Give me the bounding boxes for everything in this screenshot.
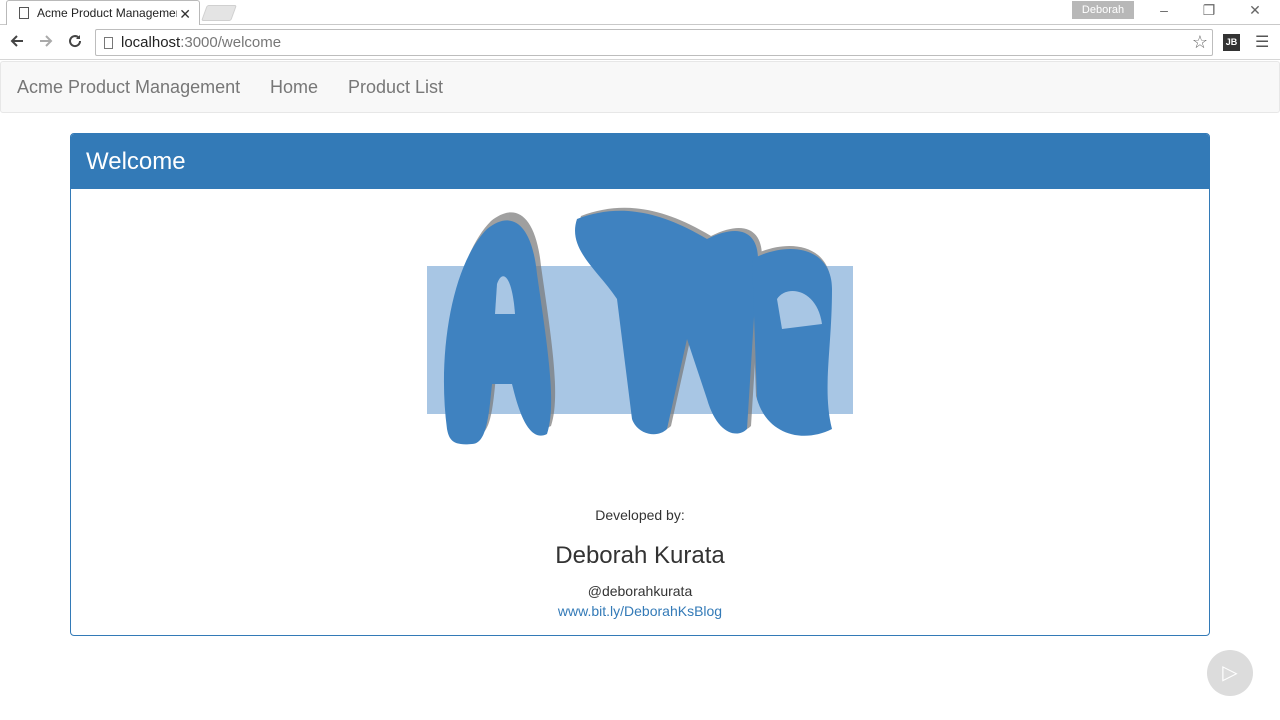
browser-menu-icon[interactable]: ☰ [1255, 32, 1269, 52]
app-navbar: Acme Product Management Home Product Lis… [0, 61, 1280, 113]
developed-by-label: Developed by: [595, 507, 685, 523]
url-path: :3000/welcome [180, 34, 282, 51]
nav-item-home[interactable]: Home [270, 77, 318, 98]
blog-link[interactable]: www.bit.ly/DeborahKsBlog [558, 603, 722, 619]
welcome-panel: Welcome Developed by: Deborah Kurata @de… [70, 133, 1210, 636]
bookmark-star-icon[interactable]: ☆ [1192, 32, 1208, 53]
blog-link-wrap: www.bit.ly/DeborahKsBlog [71, 603, 1209, 621]
url-host: localhost [121, 34, 181, 51]
developer-name: Deborah Kurata [555, 542, 725, 569]
restore-icon[interactable]: ❐ [1197, 2, 1221, 19]
reload-icon[interactable] [62, 30, 88, 56]
new-tab-button[interactable] [201, 5, 237, 21]
profile-badge[interactable]: Deborah [1072, 1, 1134, 19]
address-bar[interactable]: localhost:3000/welcome ☆ [95, 29, 1213, 56]
forward-icon[interactable] [33, 30, 59, 56]
browser-tabstrip: Acme Product Management ✕ Deborah – ❐ ✕ [0, 0, 1280, 25]
minimize-icon[interactable]: – [1152, 2, 1176, 18]
nav-item-product-list[interactable]: Product List [348, 77, 443, 98]
panel-title: Welcome [86, 148, 186, 175]
document-icon [19, 7, 29, 19]
navbar-brand[interactable]: Acme Product Management [17, 77, 240, 98]
back-icon[interactable] [4, 30, 30, 56]
tab-title: Acme Product Management [37, 6, 177, 20]
panel-heading: Welcome [71, 134, 1209, 189]
developer-handle: @deborahkurata [587, 583, 693, 599]
page-icon [104, 36, 113, 49]
play-icon[interactable]: ▷ [1207, 650, 1253, 696]
close-tab-icon[interactable]: ✕ [179, 6, 191, 23]
acme-logo [427, 207, 853, 445]
close-window-icon[interactable]: ✕ [1243, 2, 1267, 19]
browser-toolbar: localhost:3000/welcome ☆ JB ☰ [0, 26, 1280, 60]
extension-jb-icon[interactable]: JB [1223, 34, 1240, 51]
browser-tab[interactable]: Acme Product Management ✕ [6, 0, 200, 25]
